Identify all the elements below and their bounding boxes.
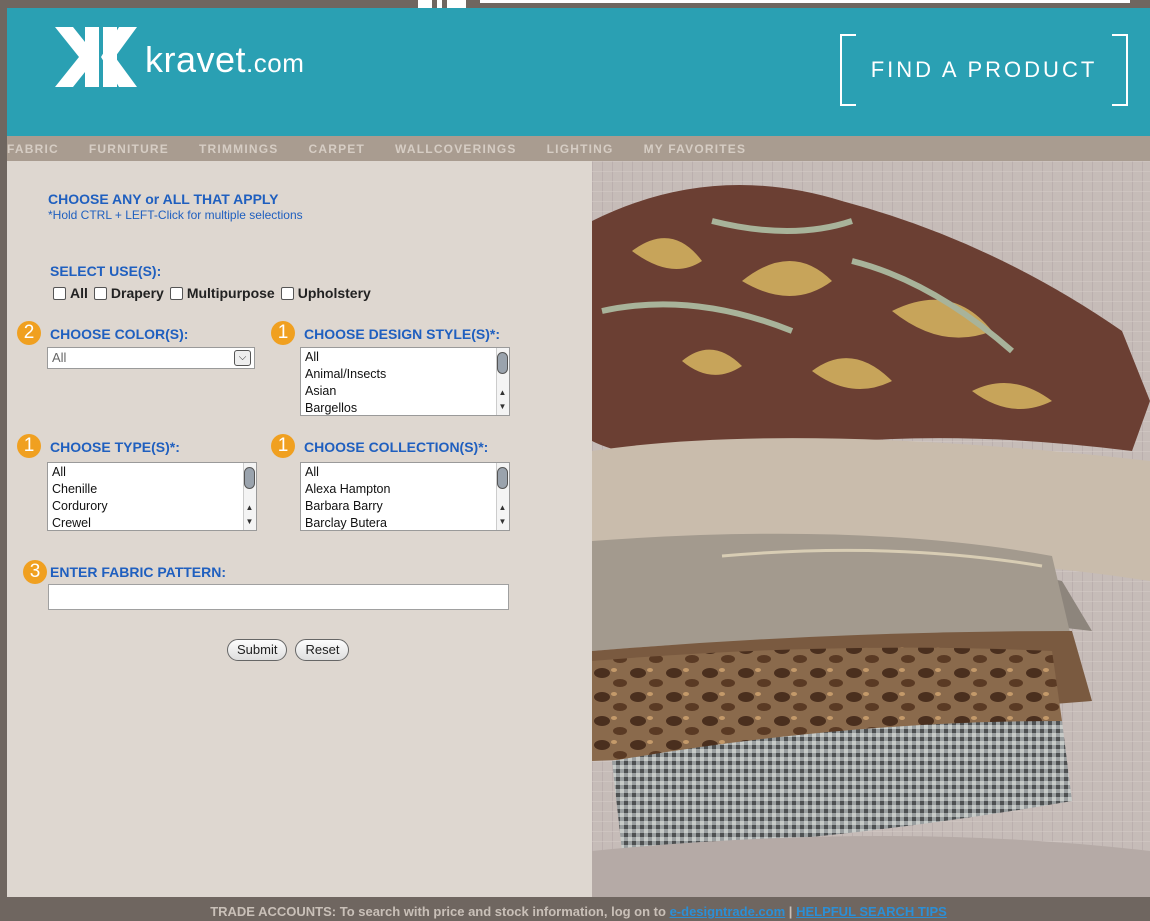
type-listbox[interactable]: All Chenille Cordurory Crewel ▲ ▼: [47, 462, 257, 531]
list-item[interactable]: Barbara Barry: [305, 498, 505, 515]
header: kravet.com FIND A PRODUCT: [7, 8, 1150, 136]
list-item[interactable]: All: [52, 464, 252, 481]
footer-text: TRADE ACCOUNTS: To search with price and…: [210, 904, 666, 919]
color-step-badge: 2: [17, 321, 41, 345]
list-item[interactable]: All: [305, 349, 505, 366]
bracket-left: [840, 34, 856, 106]
search-form: CHOOSE ANY or ALL THAT APPLY *Hold CTRL …: [7, 161, 592, 897]
find-a-product-label: FIND A PRODUCT: [870, 57, 1098, 82]
pattern-label: ENTER FABRIC PATTERN:: [50, 564, 227, 580]
scroll-up-icon[interactable]: ▲: [244, 499, 255, 512]
list-item[interactable]: All: [305, 464, 505, 481]
nav-trimmings[interactable]: TRIMMINGS: [199, 142, 278, 156]
scrollbar[interactable]: ▲ ▼: [496, 463, 509, 530]
scrollbar[interactable]: ▲ ▼: [496, 348, 509, 415]
top-line: [480, 0, 1130, 3]
list-item[interactable]: Asian: [305, 383, 505, 400]
collection-listbox[interactable]: All Alexa Hampton Barbara Barry Barclay …: [300, 462, 510, 531]
nav-my-favorites[interactable]: MY FAVORITES: [644, 142, 747, 156]
nav-carpet[interactable]: CARPET: [308, 142, 365, 156]
list-item[interactable]: Barclay Butera: [305, 515, 505, 530]
color-select-value: All: [52, 350, 67, 365]
nav-furniture[interactable]: FURNITURE: [89, 142, 169, 156]
use-all[interactable]: All: [53, 285, 88, 301]
use-upholstery[interactable]: Upholstery: [280, 285, 371, 301]
scroll-thumb[interactable]: [497, 467, 508, 489]
fabric-pattern-input[interactable]: [48, 584, 509, 610]
e-designtrade-link[interactable]: e-designtrade.com: [670, 904, 786, 919]
bracket-right: [1112, 34, 1128, 106]
scroll-down-icon[interactable]: ▼: [244, 513, 255, 526]
design-style-step-badge: 1: [271, 321, 295, 345]
fabric-photo: [592, 161, 1150, 897]
top-mark: [418, 0, 466, 8]
chevron-down-icon[interactable]: ⌵: [234, 350, 251, 366]
use-multipurpose[interactable]: Multipurpose: [169, 285, 275, 301]
design-style-label: CHOOSE DESIGN STYLE(S)*:: [304, 326, 501, 342]
color-select[interactable]: All ⌵: [47, 347, 255, 369]
list-item[interactable]: Alexa Hampton: [305, 481, 505, 498]
nav-fabric[interactable]: FABRIC: [7, 142, 59, 156]
list-item[interactable]: Chenille: [52, 481, 252, 498]
use-drapery[interactable]: Drapery: [93, 285, 164, 301]
form-heading: CHOOSE ANY or ALL THAT APPLY: [48, 191, 279, 207]
uses-checkboxes: All Drapery Multipurpose Upholstery: [53, 285, 377, 301]
uses-label: SELECT USE(S):: [50, 263, 162, 279]
collection-label: CHOOSE COLLECTION(S)*:: [304, 439, 489, 455]
use-all-checkbox[interactable]: [53, 286, 66, 300]
form-subheading: *Hold CTRL + LEFT-Click for multiple sel…: [48, 208, 303, 222]
nav-lighting[interactable]: LIGHTING: [547, 142, 614, 156]
list-item[interactable]: Crewel: [52, 515, 252, 530]
list-item[interactable]: Bargellos: [305, 400, 505, 415]
find-a-product-button[interactable]: FIND A PRODUCT: [840, 34, 1128, 106]
footer-separator: |: [788, 904, 793, 919]
fabric-stack-image: [592, 161, 1150, 897]
submit-button[interactable]: Submit: [227, 639, 288, 661]
form-buttons: Submit Reset: [227, 639, 357, 661]
pattern-step-badge: 3: [23, 560, 47, 584]
kk-logo-icon: [55, 27, 137, 87]
use-drapery-checkbox[interactable]: [93, 286, 107, 300]
scroll-up-icon[interactable]: ▲: [497, 384, 508, 397]
list-item[interactable]: Animal/Insects: [305, 366, 505, 383]
color-label: CHOOSE COLOR(S):: [50, 326, 189, 342]
list-item[interactable]: Cordurory: [52, 498, 252, 515]
top-strip: [0, 0, 1150, 8]
scroll-down-icon[interactable]: ▼: [497, 513, 508, 526]
type-step-badge: 1: [17, 434, 41, 458]
brand-name: kravet.com: [145, 39, 305, 80]
scroll-thumb[interactable]: [497, 352, 508, 374]
helpful-search-tips-link[interactable]: HELPFUL SEARCH TIPS: [796, 904, 947, 919]
nav-wallcoverings[interactable]: WALLCOVERINGS: [395, 142, 517, 156]
scrollbar[interactable]: ▲ ▼: [243, 463, 256, 530]
scroll-down-icon[interactable]: ▼: [497, 398, 508, 411]
design-style-listbox[interactable]: All Animal/Insects Asian Bargellos ▲ ▼: [300, 347, 510, 416]
reset-button[interactable]: Reset: [295, 639, 350, 661]
use-multipurpose-checkbox[interactable]: [169, 286, 183, 300]
footer: TRADE ACCOUNTS: To search with price and…: [7, 897, 1150, 921]
type-label: CHOOSE TYPE(S)*:: [50, 439, 180, 455]
scroll-up-icon[interactable]: ▲: [497, 499, 508, 512]
main-nav: FABRIC FURNITURE TRIMMINGS CARPET WALLCO…: [7, 136, 1150, 161]
page-frame: kravet.com FIND A PRODUCT FABRIC FURNITU…: [7, 8, 1150, 921]
kravet-logo[interactable]: kravet.com: [53, 27, 304, 87]
use-upholstery-checkbox[interactable]: [280, 286, 294, 300]
collection-step-badge: 1: [271, 434, 295, 458]
scroll-thumb[interactable]: [244, 467, 255, 489]
